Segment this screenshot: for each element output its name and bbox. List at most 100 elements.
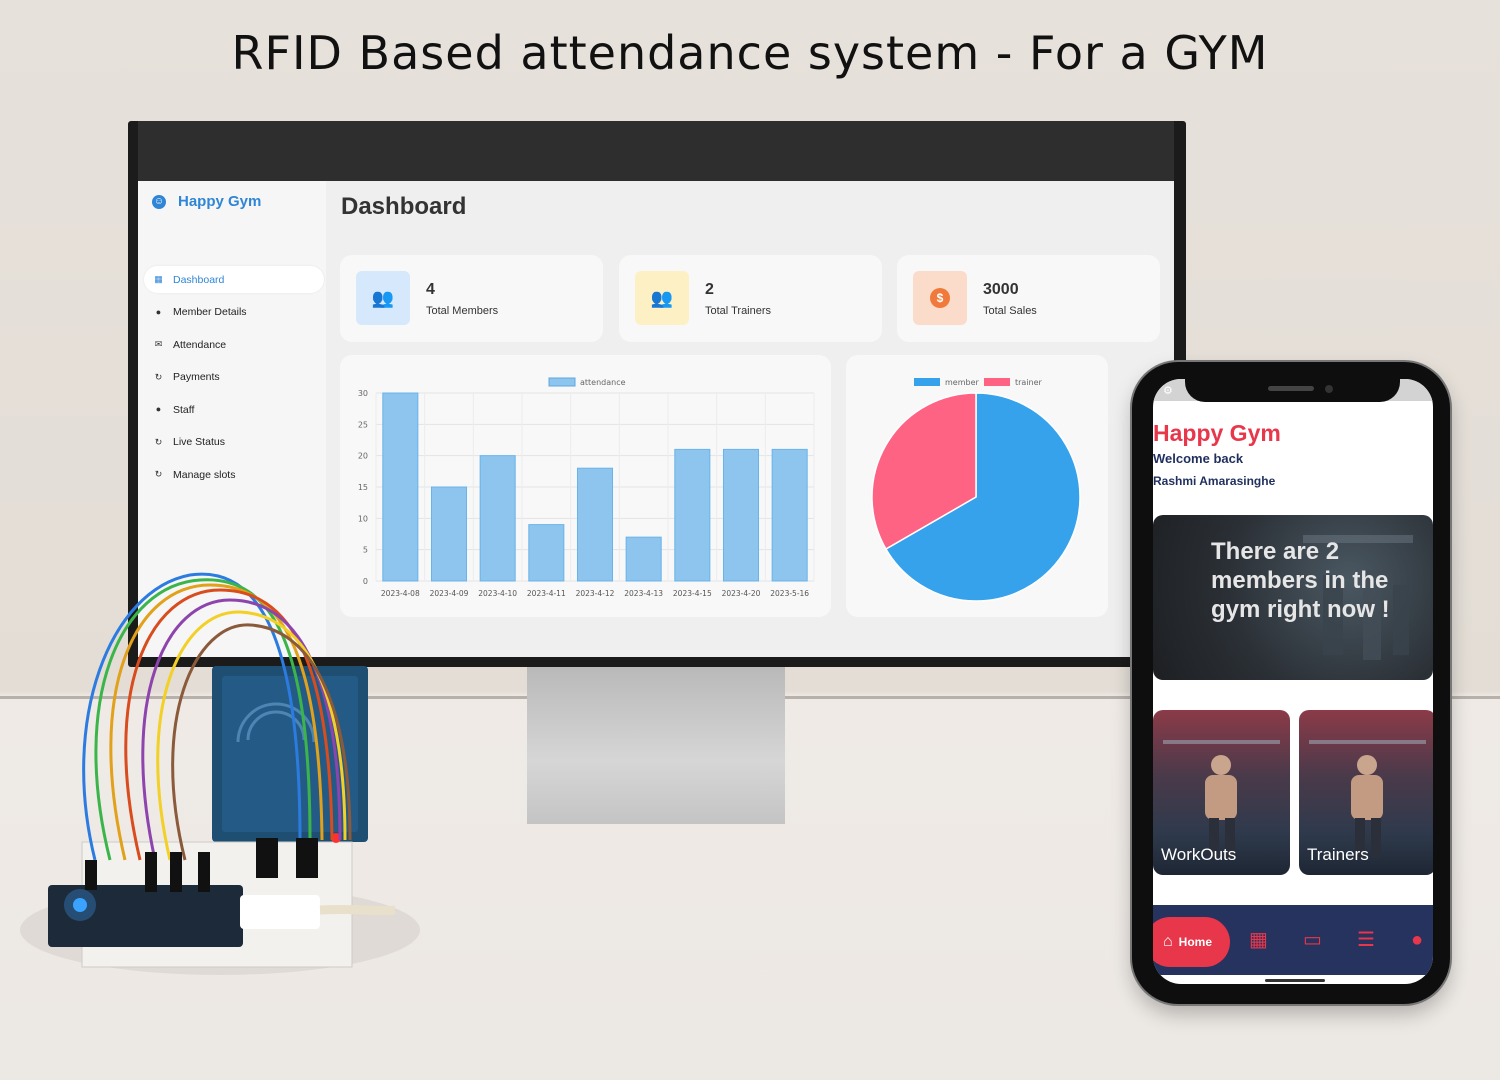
- users-icon: 👥: [356, 271, 410, 325]
- refresh-icon: ↻: [154, 371, 163, 382]
- y-tick-label: 5: [363, 546, 368, 555]
- member-trainer-pie-card: member trainer: [846, 355, 1108, 617]
- x-tick-label: 2023-4-12: [576, 589, 615, 598]
- notes-icon[interactable]: ☰: [1357, 929, 1375, 951]
- sidebar-item-dashboard[interactable]: ▦ Dashboard: [144, 266, 324, 293]
- bar: [674, 448, 711, 582]
- stat-label: Total Sales: [983, 305, 1037, 317]
- sidebar-item-label: Staff: [173, 403, 195, 416]
- workouts-tile[interactable]: WorkOuts: [1153, 710, 1290, 875]
- x-tick-label: 2023-4-08: [381, 589, 420, 598]
- stat-label: Total Trainers: [705, 305, 772, 317]
- y-tick-label: 15: [358, 483, 368, 492]
- stat-label: Total Members: [426, 305, 499, 317]
- x-tick-label: 2023-4-20: [722, 589, 761, 598]
- user-name: Rashmi Amarasinghe: [1153, 474, 1276, 488]
- dashboard-screen: ☺ Happy Gym ▦ Dashboard ● Member Details…: [138, 181, 1174, 657]
- y-tick-label: 20: [358, 452, 368, 461]
- tile-label: WorkOuts: [1161, 845, 1237, 864]
- bar: [722, 448, 760, 582]
- app-title: Happy Gym: [1153, 420, 1281, 446]
- monitor-stand: [527, 667, 785, 824]
- bar: [479, 455, 516, 582]
- calendar-icon[interactable]: ▦: [1249, 929, 1268, 951]
- sidebar-item-label: Dashboard: [173, 273, 225, 286]
- legend-swatch: [548, 377, 576, 387]
- sidebar-item-payments[interactable]: ↻ Payments: [144, 364, 324, 391]
- sidebar-item-label: Manage slots: [173, 468, 236, 481]
- x-tick-label: 2023-4-11: [527, 589, 566, 598]
- bottom-nav: ⌂ Home ▦ ▭ ☰ ●: [1153, 905, 1433, 975]
- bar: [771, 448, 808, 582]
- gear-icon[interactable]: ⚙: [1163, 384, 1173, 397]
- card-icon[interactable]: ▭: [1303, 929, 1322, 951]
- brand-label: Happy Gym: [178, 193, 262, 210]
- legend-swatch: [914, 378, 940, 386]
- sidebar-item-attendance[interactable]: ✉ Attendance: [144, 331, 324, 358]
- y-tick-label: 30: [358, 389, 368, 398]
- x-tick-label: 2023-4-09: [430, 589, 469, 598]
- stat-card-trainers[interactable]: 👥 2 Total Trainers: [619, 255, 882, 342]
- bar: [576, 467, 614, 582]
- sidebar-item-label: Live Status: [173, 436, 225, 448]
- trainers-tile[interactable]: Trainers: [1299, 710, 1433, 875]
- profile-icon[interactable]: ●: [1411, 929, 1423, 951]
- y-tick-label: 0: [363, 577, 368, 586]
- phone-camera: [1325, 385, 1333, 393]
- refresh-icon: ↻: [154, 469, 163, 479]
- live-members-text: There are 2 members in the gym right now…: [1211, 538, 1390, 623]
- legend-label: member: [945, 378, 980, 387]
- user-icon: ●: [155, 306, 162, 317]
- attendance-bar-chart: attendance 0 5 10 15 20 25 30 2023-4-08 2023-4-09…: [358, 377, 815, 598]
- stat-value: 3000: [983, 281, 1019, 298]
- bar: [382, 392, 419, 582]
- x-tick-label: 2023-5-16: [770, 589, 809, 598]
- home-icon: ⌂: [1162, 933, 1173, 950]
- attendance-chart-card: attendance 0 5 10 15 20 25 30 2023-4-08 2023-4-09…: [340, 355, 831, 617]
- smile-icon: ☺: [152, 194, 166, 209]
- sidebar-nav: ▦ Dashboard ● Member Details ✉ Attendanc…: [144, 266, 324, 494]
- page-title: Dashboard: [341, 193, 467, 220]
- x-tick-label: 2023-4-10: [478, 589, 517, 598]
- stat-value: 4: [426, 281, 435, 298]
- stat-card-members[interactable]: 👥 4 Total Members: [340, 255, 603, 342]
- bar: [625, 536, 662, 582]
- brand-link[interactable]: ☺ Happy Gym: [152, 193, 261, 210]
- nav-home-button[interactable]: ⌂ Home: [1153, 917, 1230, 967]
- tile-label: Trainers: [1307, 845, 1369, 864]
- x-tick-label: 2023-4-13: [624, 589, 663, 598]
- nav-home-label: Home: [1178, 935, 1212, 949]
- user-icon: ●: [155, 404, 162, 414]
- sidebar-item-label: Attendance: [173, 338, 227, 351]
- users-icon: 👥: [635, 271, 689, 325]
- stat-value: 2: [705, 281, 714, 298]
- hero-title: RFID Based attendance system - For a GYM: [231, 26, 1269, 80]
- legend-label: trainer: [1015, 378, 1043, 387]
- y-tick-label: 10: [358, 514, 368, 523]
- sidebar-item-label: Member Details: [173, 306, 247, 318]
- x-tick-label: 2023-4-15: [673, 589, 712, 598]
- sidebar-item-staff[interactable]: ● Staff: [144, 396, 324, 423]
- home-indicator: [1265, 979, 1325, 982]
- monitor-top-bezel: [138, 121, 1174, 181]
- refresh-icon: ↻: [154, 436, 163, 447]
- mobile-app-screen: ⚙ Happy Gym Welcome back Rashmi Amarasin…: [1153, 379, 1433, 984]
- mail-icon: ✉: [154, 339, 163, 349]
- monitor: ☺ Happy Gym ▦ Dashboard ● Member Details…: [128, 121, 1186, 667]
- legend-swatch: [984, 378, 1010, 386]
- bar: [430, 486, 468, 582]
- stat-card-sales[interactable]: $ 3000 Total Sales: [897, 255, 1160, 342]
- sidebar-item-manage-slots[interactable]: ↻ Manage slots: [144, 461, 324, 488]
- y-tick-label: 25: [358, 420, 368, 429]
- phone: ⚙ Happy Gym Welcome back Rashmi Amarasin…: [1132, 362, 1450, 1004]
- sidebar-item-member-details[interactable]: ● Member Details: [144, 299, 324, 326]
- sidebar-item-live-status[interactable]: ↻ Live Status: [144, 429, 324, 456]
- dollar-icon: $: [913, 271, 967, 325]
- phone-speaker: [1268, 386, 1314, 391]
- bar: [528, 524, 565, 582]
- grid-icon: ▦: [154, 274, 163, 284]
- live-members-banner: There are 2 members in the gym right now…: [1153, 515, 1433, 680]
- sidebar: ☺ Happy Gym ▦ Dashboard ● Member Details…: [138, 181, 326, 657]
- member-trainer-pie-chart: member trainer: [871, 378, 1081, 602]
- sidebar-item-label: Payments: [173, 371, 220, 383]
